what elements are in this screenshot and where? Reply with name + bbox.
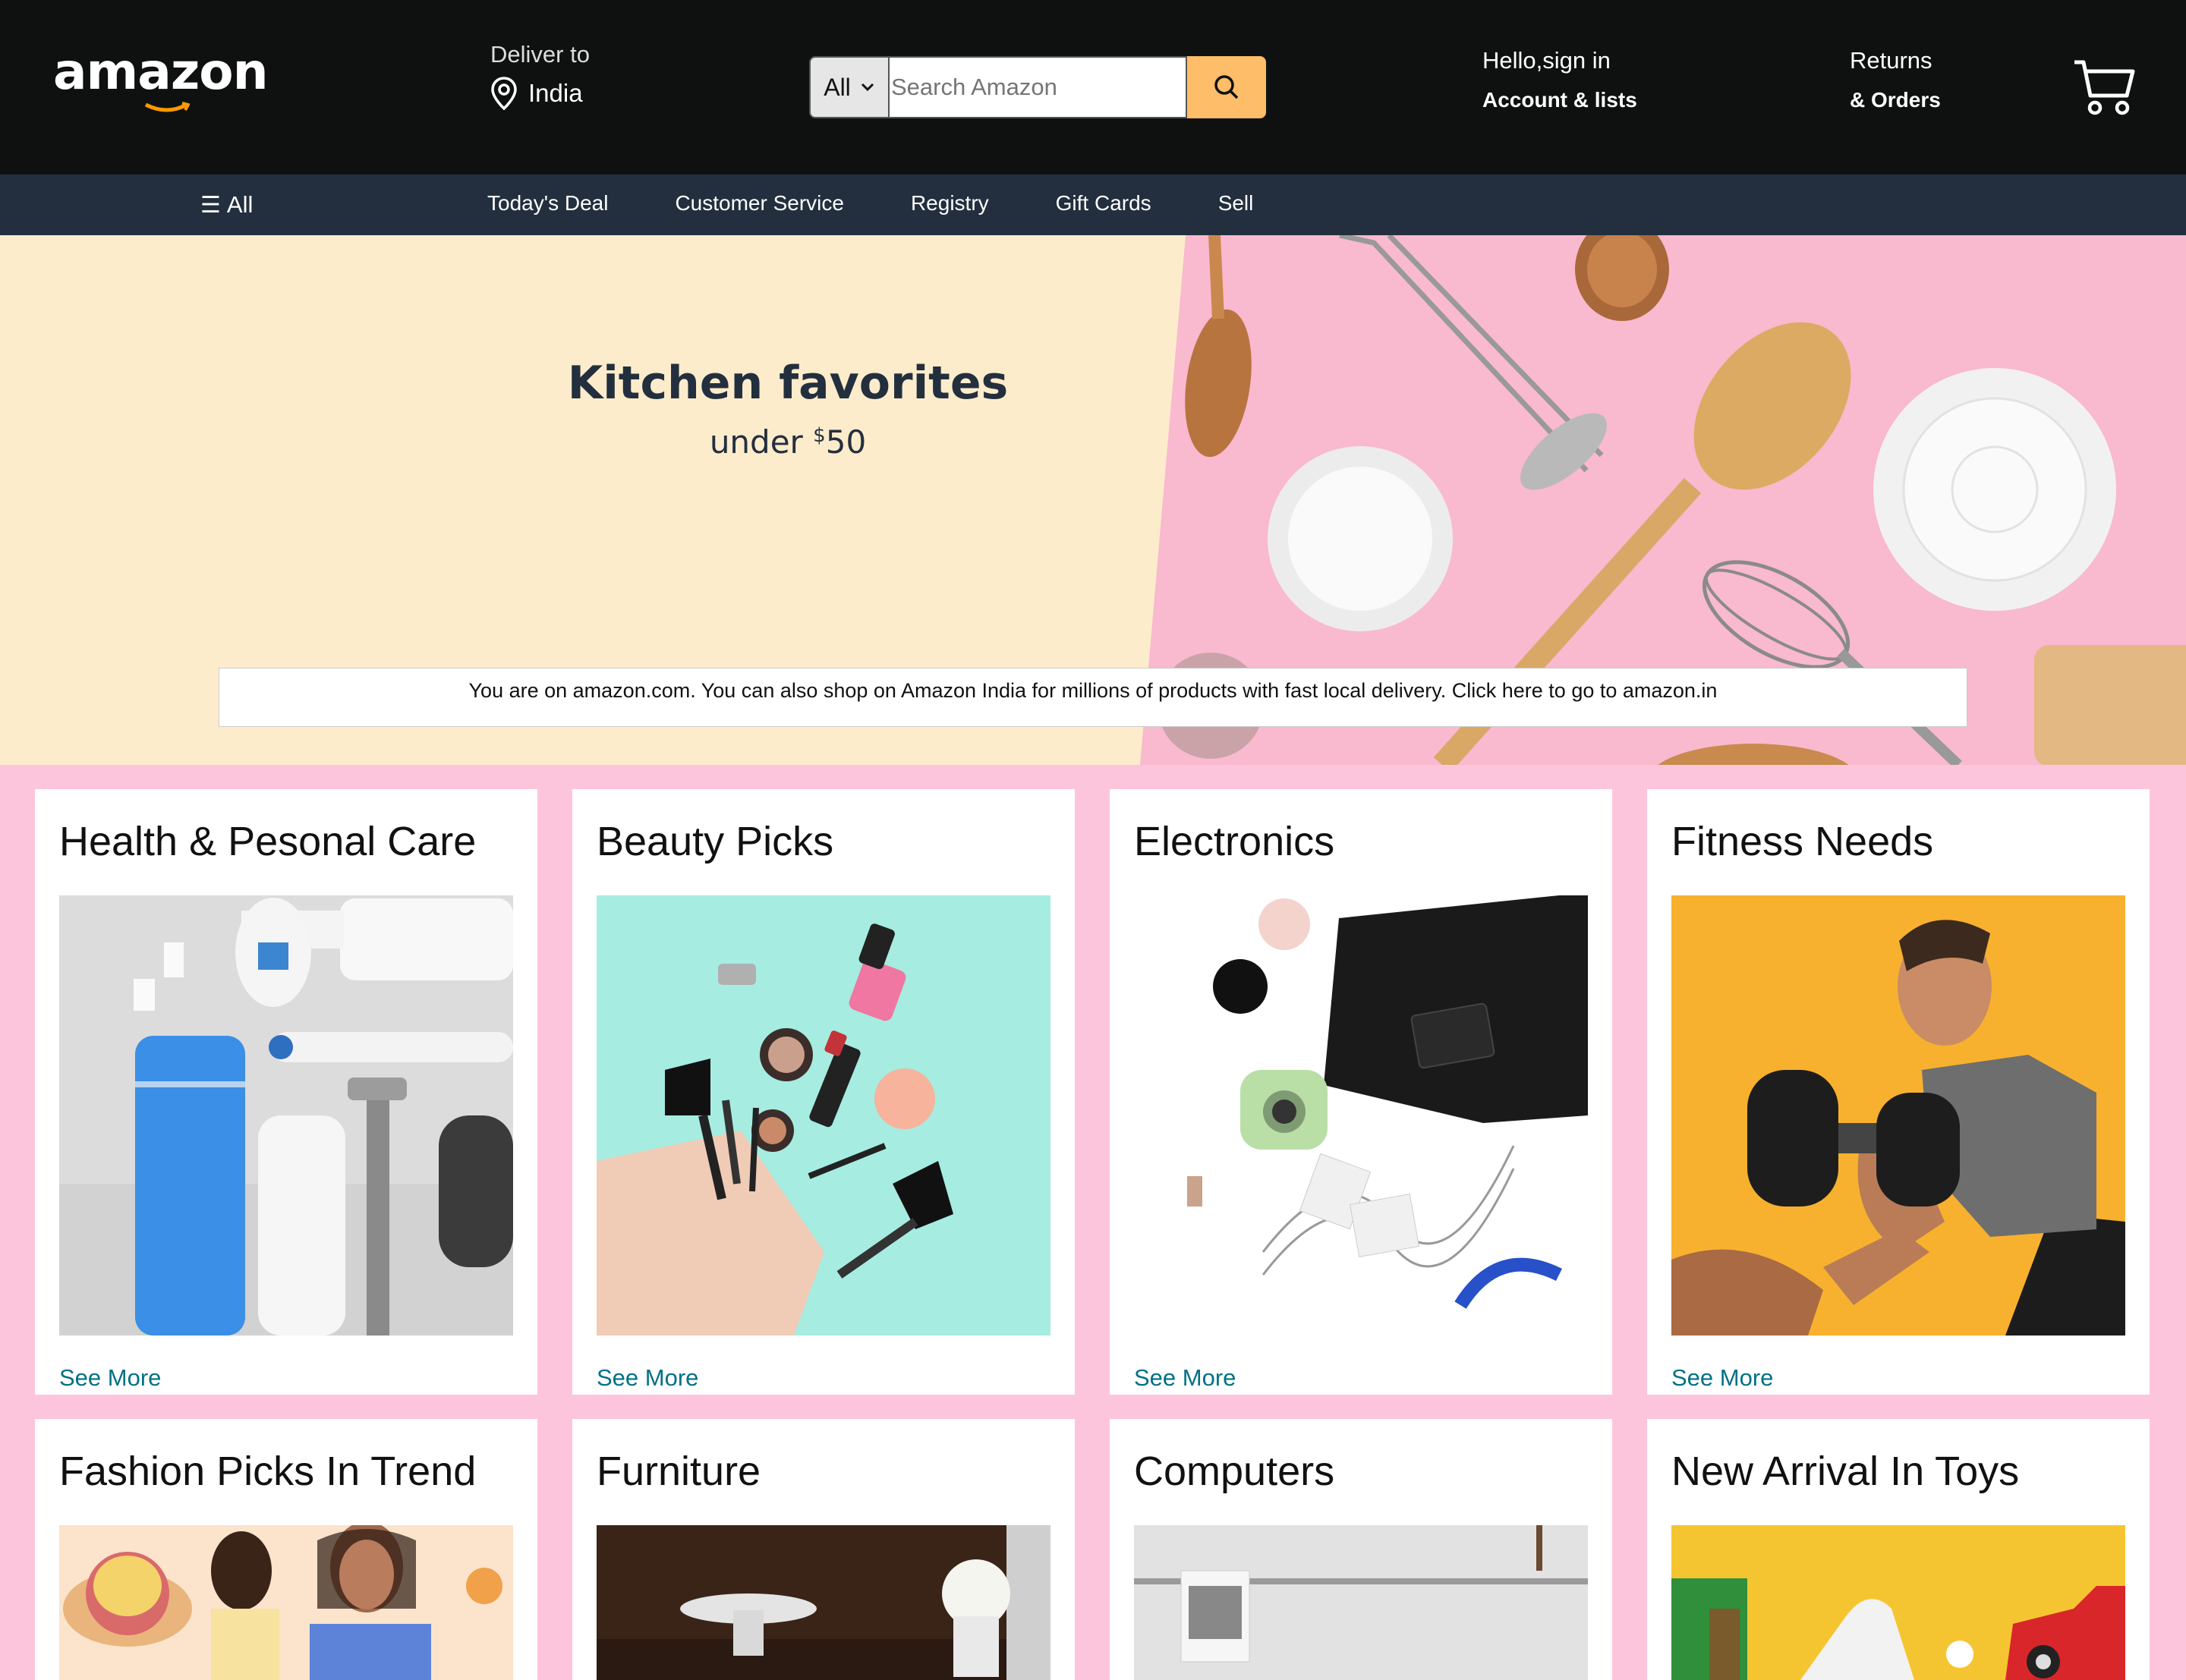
nav-customer-service[interactable]: Customer Service — [675, 191, 844, 216]
computers-image — [1134, 1525, 1588, 1680]
electronics-desk-image — [1134, 895, 1588, 1336]
toys-image — [1671, 1525, 2125, 1680]
hero-subtitle: under $50 — [709, 423, 867, 461]
all-menu-button[interactable]: ☰ All — [200, 191, 253, 219]
card-health-personal-care: Health & Pesonal Care See More — [35, 789, 537, 1395]
see-more-link[interactable]: See More — [1671, 1364, 1773, 1392]
card-title: Furniture — [597, 1449, 761, 1494]
card-title: Electronics — [1134, 819, 1335, 864]
account-lists-label: Account & lists — [1482, 88, 1637, 112]
card-electronics: Electronics See More — [1110, 789, 1612, 1395]
search-button[interactable] — [1187, 56, 1266, 118]
card-image[interactable] — [597, 1525, 1050, 1680]
nav-registry[interactable]: Registry — [911, 191, 989, 216]
nav-gift-cards[interactable]: Gift Cards — [1056, 191, 1151, 216]
returns-orders[interactable]: Returns & Orders — [1850, 47, 1941, 112]
search-icon — [1214, 75, 1239, 99]
location-pin-icon — [491, 77, 517, 111]
card-title: New Arrival In Toys — [1671, 1449, 2020, 1494]
deliver-country: India — [528, 79, 583, 107]
card-image[interactable] — [59, 1525, 513, 1680]
furniture-image — [597, 1525, 1050, 1680]
hero-banner[interactable]: Kitchen favorites under $50 You are on a… — [0, 235, 2186, 765]
card-fitness-needs: Fitness Needs See More — [1647, 789, 2150, 1395]
deliver-to-label: Deliver to — [490, 41, 590, 68]
region-notice[interactable]: You are on amazon.com. You can also shop… — [219, 668, 1967, 727]
nav-todays-deal[interactable]: Today's Deal — [487, 191, 608, 216]
makeup-products-image — [597, 895, 1050, 1336]
card-fashion-picks: Fashion Picks In Trend — [35, 1419, 537, 1680]
card-image[interactable] — [59, 895, 513, 1336]
card-title: Computers — [1134, 1449, 1335, 1494]
see-more-link[interactable]: See More — [1134, 1364, 1236, 1392]
fitness-man-dumbbell-image — [1671, 895, 2125, 1336]
card-title: Fitness Needs — [1671, 819, 1934, 864]
chevron-down-icon — [861, 83, 874, 92]
nav-sell[interactable]: Sell — [1218, 191, 1254, 216]
account-signin[interactable]: Hello,sign in Account & lists — [1482, 47, 1637, 112]
personal-care-products-image — [59, 895, 513, 1336]
hamburger-icon: ☰ — [200, 192, 221, 218]
card-toys: New Arrival In Toys — [1647, 1419, 2150, 1680]
card-title: Beauty Picks — [597, 819, 834, 864]
returns-label: Returns — [1850, 47, 1932, 74]
amazon-logo[interactable]: amazon — [53, 47, 269, 123]
cart-button[interactable] — [2072, 58, 2137, 122]
card-image[interactable] — [1671, 1525, 2125, 1680]
nav-links: Today's Deal Customer Service Registry G… — [487, 191, 1320, 216]
see-more-link[interactable]: See More — [59, 1364, 161, 1392]
signin-greeting: Hello,sign in — [1482, 47, 1611, 74]
card-image[interactable] — [1134, 895, 1588, 1336]
card-title: Health & Pesonal Care — [59, 819, 477, 864]
card-computers: Computers — [1110, 1419, 1612, 1680]
cart-icon — [2074, 60, 2135, 115]
orders-label: & Orders — [1850, 88, 1941, 112]
card-beauty-picks: Beauty Picks See More — [572, 789, 1075, 1395]
search-category-select[interactable]: All — [809, 56, 890, 118]
card-image[interactable] — [1671, 895, 2125, 1336]
nav-bar: ☰ All Today's Deal Customer Service Regi… — [0, 175, 2186, 235]
search-bar: All — [809, 56, 1266, 118]
deliver-to[interactable]: Deliver to India — [490, 41, 590, 111]
see-more-link[interactable]: See More — [597, 1364, 698, 1392]
card-image[interactable] — [1134, 1525, 1588, 1680]
top-header: amazon Deliver to India All Search Amazo… — [0, 0, 2186, 175]
card-furniture: Furniture — [572, 1419, 1075, 1680]
fashion-models-image — [59, 1525, 513, 1680]
card-image[interactable] — [597, 895, 1050, 1336]
search-input[interactable] — [890, 56, 1187, 118]
all-menu-label: All — [226, 191, 254, 218]
logo-smile-icon — [144, 102, 190, 112]
card-title: Fashion Picks In Trend — [59, 1449, 477, 1494]
hero-title: Kitchen favorites — [567, 357, 1009, 410]
